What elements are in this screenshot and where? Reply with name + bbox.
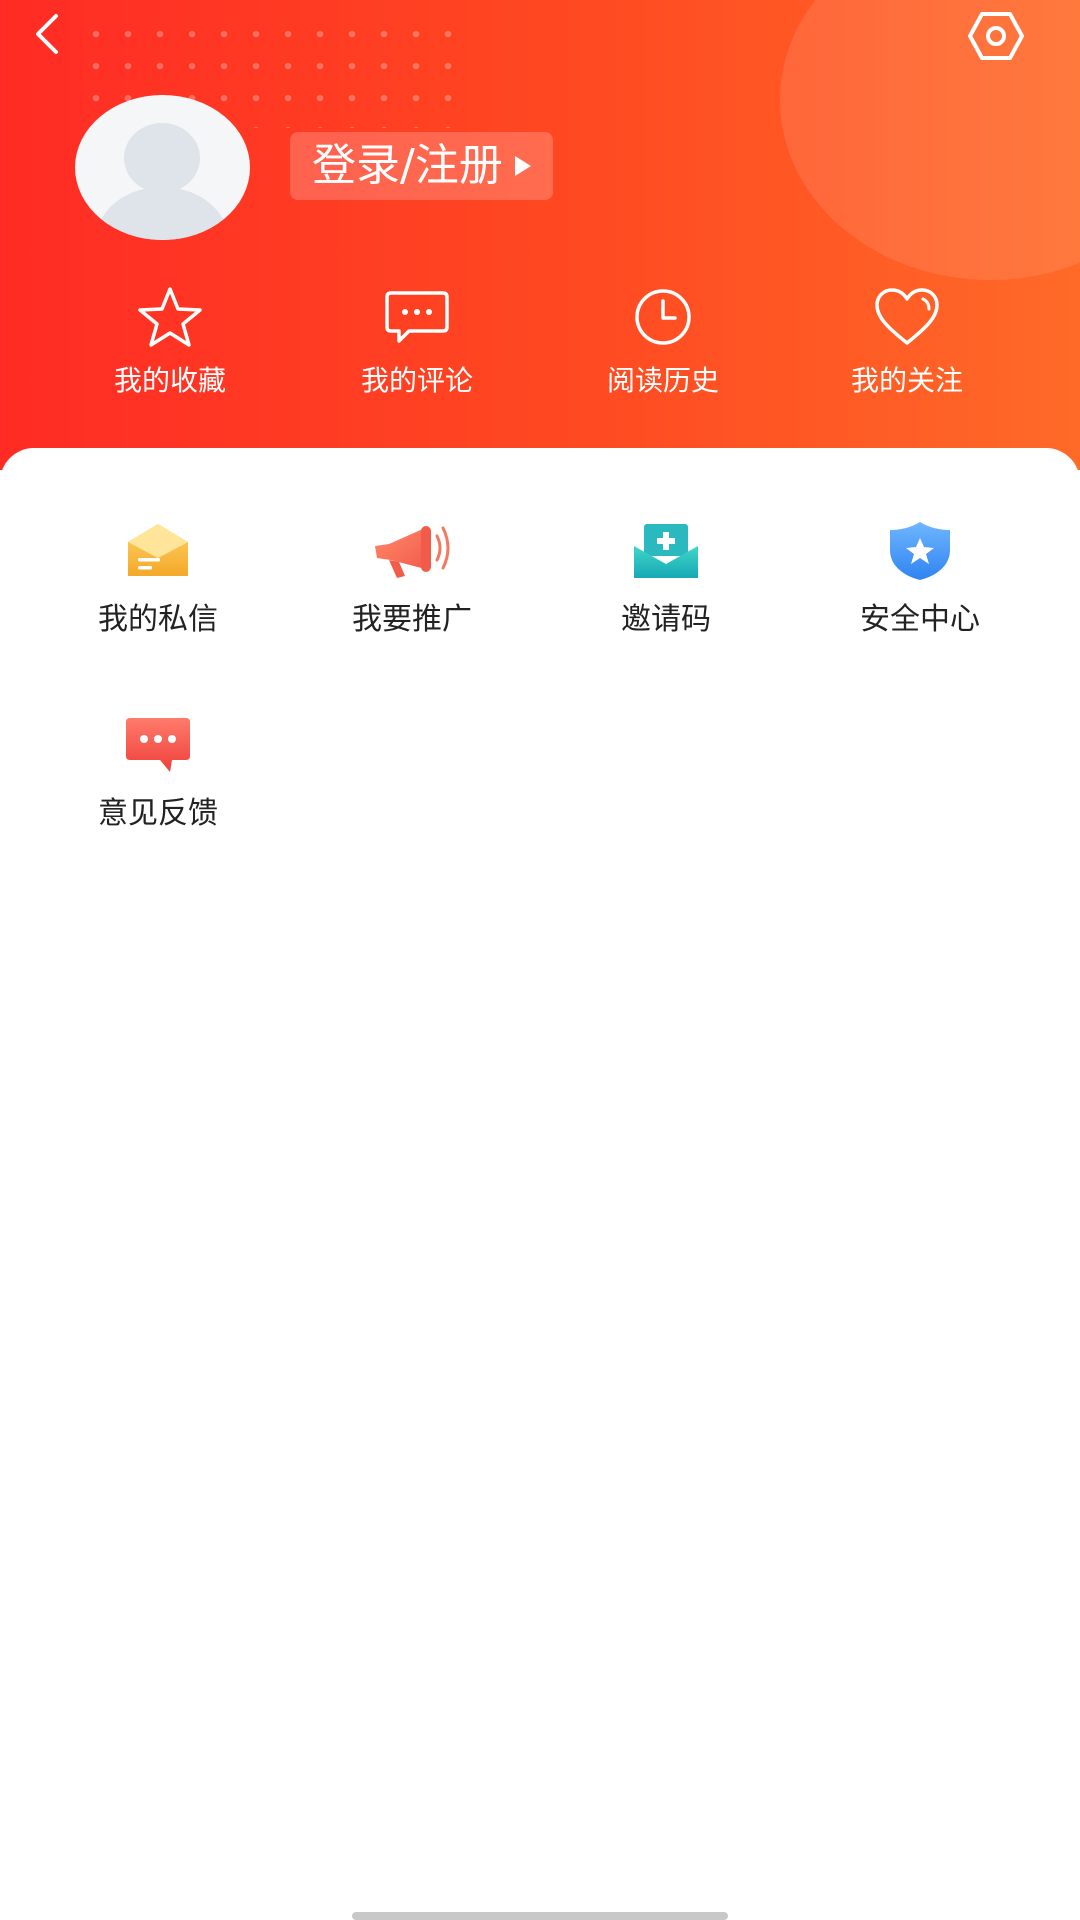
heart-icon bbox=[875, 288, 939, 345]
star-icon bbox=[138, 287, 202, 347]
comment-icon bbox=[385, 291, 449, 343]
menu-item-label: 我的私信 bbox=[98, 602, 218, 637]
chevron-left-icon bbox=[36, 14, 58, 54]
back-button[interactable] bbox=[22, 6, 78, 62]
profile-header: 登录/注册 我的收藏 我的评论 阅读历史 我的关注 bbox=[0, 0, 1080, 470]
quick-links: 我的收藏 我的评论 阅读历史 我的关注 bbox=[0, 285, 1080, 425]
menu-item-label: 邀请码 bbox=[621, 602, 711, 637]
avatar[interactable] bbox=[75, 95, 250, 240]
clock-icon bbox=[635, 289, 691, 345]
shield-icon bbox=[890, 522, 950, 580]
menu-item-invite-code[interactable]: 邀请码 bbox=[556, 520, 776, 638]
menu-item-messages[interactable]: 我的私信 bbox=[48, 520, 268, 638]
decorative-wave bbox=[780, 0, 1080, 280]
quick-link-following[interactable]: 我的关注 bbox=[797, 285, 1017, 399]
login-register-label: 登录/注册 bbox=[312, 140, 503, 191]
quick-link-label: 我的收藏 bbox=[113, 364, 226, 397]
settings-hexagon-icon bbox=[968, 12, 1024, 60]
quick-link-favorites[interactable]: 我的收藏 bbox=[60, 285, 280, 399]
quick-link-label: 阅读历史 bbox=[606, 364, 719, 397]
quick-link-label: 我的评论 bbox=[360, 364, 473, 397]
menu-panel: 我的私信 我要推广 邀请码 安全中心 意见反馈 bbox=[0, 448, 1080, 1920]
mail-icon bbox=[128, 524, 188, 576]
menu-item-label: 我要推广 bbox=[352, 602, 472, 637]
user-placeholder-icon bbox=[95, 123, 230, 240]
quick-link-comments[interactable]: 我的评论 bbox=[307, 285, 527, 399]
menu-item-promote[interactable]: 我要推广 bbox=[302, 520, 522, 638]
home-indicator[interactable] bbox=[352, 1912, 728, 1920]
settings-button[interactable] bbox=[964, 4, 1028, 68]
menu-item-label: 安全中心 bbox=[860, 602, 980, 637]
profile-page: 登录/注册 我的收藏 我的评论 阅读历史 我的关注 我的私信 我要推广 邀请码 … bbox=[0, 0, 1080, 1920]
menu-item-feedback[interactable]: 意见反馈 bbox=[48, 714, 268, 832]
quick-link-history[interactable]: 阅读历史 bbox=[553, 285, 773, 399]
invite-icon bbox=[634, 524, 698, 578]
quick-link-label: 我的关注 bbox=[850, 364, 963, 397]
caret-right-icon bbox=[514, 156, 531, 176]
megaphone-icon bbox=[375, 526, 450, 578]
login-register-button[interactable]: 登录/注册 bbox=[290, 132, 553, 200]
feedback-icon bbox=[126, 718, 190, 772]
menu-item-security[interactable]: 安全中心 bbox=[810, 520, 1030, 638]
menu-item-label: 意见反馈 bbox=[98, 796, 218, 831]
